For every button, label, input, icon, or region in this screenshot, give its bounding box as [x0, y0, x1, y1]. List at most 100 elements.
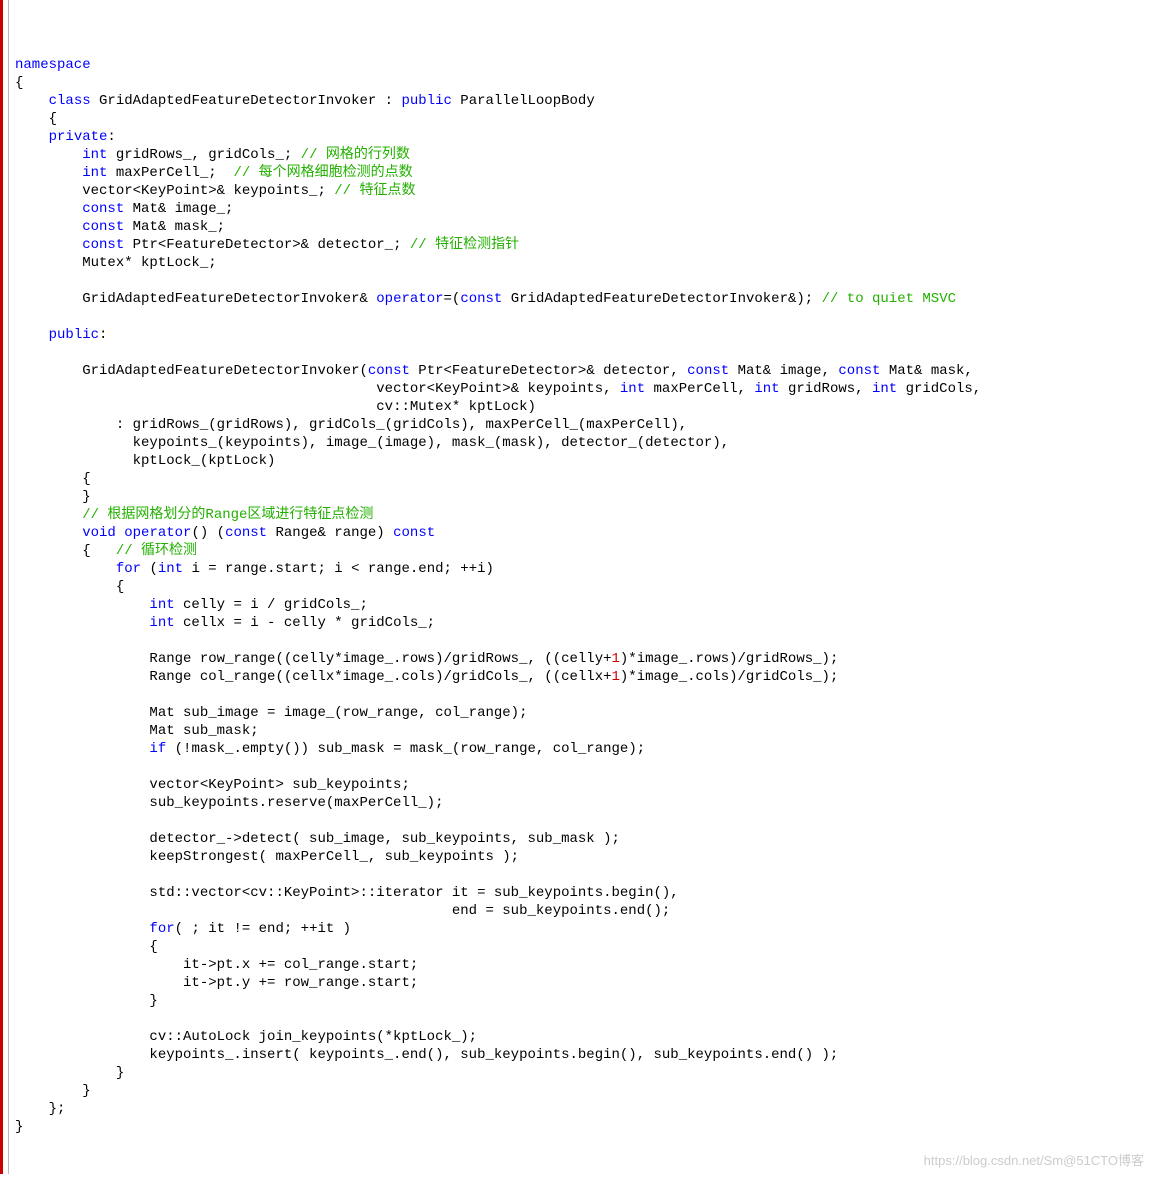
code-token: } — [116, 1065, 124, 1081]
code-line: Mat sub_mask; — [15, 722, 1150, 740]
code-token: keypoints_(keypoints), image_(image), ma… — [133, 435, 730, 451]
code-line — [15, 758, 1150, 776]
code-token: ( ; it != end; ++it ) — [175, 921, 351, 937]
code-line: kptLock_(kptLock) — [15, 452, 1150, 470]
code-token: cv::Mutex* kptLock) — [376, 399, 536, 415]
code-token: const — [687, 363, 737, 379]
code-token: class — [49, 93, 99, 109]
code-line: } — [15, 992, 1150, 1010]
code-line: end = sub_keypoints.end(); — [15, 902, 1150, 920]
code-token: const — [460, 291, 510, 307]
code-line: } — [15, 1082, 1150, 1100]
code-token: // 每个网格细胞检测的点数 — [233, 165, 412, 181]
code-line: const Ptr<FeatureDetector>& detector_; /… — [15, 236, 1150, 254]
code-line — [15, 632, 1150, 650]
code-token: end = sub_keypoints.end(); — [452, 903, 670, 919]
code-line: vector<KeyPoint>& keypoints, int maxPerC… — [15, 380, 1150, 398]
code-line: it->pt.y += row_range.start; — [15, 974, 1150, 992]
code-token: { — [149, 939, 157, 955]
code-token: const — [838, 363, 888, 379]
code-token: } — [82, 1083, 90, 1099]
code-token: private — [49, 129, 108, 145]
code-token: ParallelLoopBody — [460, 93, 594, 109]
code-line: GridAdaptedFeatureDetectorInvoker(const … — [15, 362, 1150, 380]
code-token: // 根据网格划分的Range区域进行特征点检测 — [82, 507, 373, 523]
code-token: void — [82, 525, 124, 541]
code-line: { — [15, 110, 1150, 128]
code-line — [15, 866, 1150, 884]
code-line: int cellx = i - celly * gridCols_; — [15, 614, 1150, 632]
code-token: cv::AutoLock join_keypoints(*kptLock_); — [149, 1029, 477, 1045]
code-token: int — [82, 147, 116, 163]
code-token: : — [99, 327, 107, 343]
code-token: it->pt.x += col_range.start; — [183, 957, 418, 973]
code-token: Ptr<FeatureDetector>& detector, — [418, 363, 687, 379]
code-token: public — [49, 327, 99, 343]
code-line: sub_keypoints.reserve(maxPerCell_); — [15, 794, 1150, 812]
code-token: int — [149, 597, 183, 613]
code-token: { — [116, 579, 124, 595]
code-token: } — [149, 993, 157, 1009]
code-token: const — [82, 219, 132, 235]
code-line — [15, 1010, 1150, 1028]
code-token: { — [49, 111, 57, 127]
code-line: it->pt.x += col_range.start; — [15, 956, 1150, 974]
code-token: const — [82, 237, 132, 253]
code-line: private: — [15, 128, 1150, 146]
code-line: { — [15, 578, 1150, 596]
code-token: 1 — [612, 669, 620, 685]
code-line: const Mat& mask_; — [15, 218, 1150, 236]
code-token: std::vector<cv::KeyPoint>::iterator it =… — [149, 885, 678, 901]
fold-guide — [8, 0, 9, 1174]
code-token: () ( — [191, 525, 225, 541]
code-token: ( — [149, 561, 157, 577]
code-line: vector<KeyPoint>& keypoints_; // 特征点数 — [15, 182, 1150, 200]
code-line: { — [15, 470, 1150, 488]
code-token: const — [393, 525, 435, 541]
code-token: )*image_.rows)/gridRows_); — [620, 651, 838, 667]
code-token: 1 — [612, 651, 620, 667]
code-line — [15, 272, 1150, 290]
code-token: operator — [376, 291, 443, 307]
code-token: int — [620, 381, 654, 397]
code-line: const Mat& image_; — [15, 200, 1150, 218]
code-line: keypoints_.insert( keypoints_.end(), sub… — [15, 1046, 1150, 1064]
code-token: if — [149, 741, 174, 757]
code-line: int maxPerCell_; // 每个网格细胞检测的点数 — [15, 164, 1150, 182]
code-token: Mat& image_; — [133, 201, 234, 217]
code-token: GridAdaptedFeatureDetectorInvoker& — [82, 291, 376, 307]
code-token: sub_keypoints.reserve(maxPerCell_); — [149, 795, 443, 811]
code-token: Range row_range((celly*image_.rows)/grid… — [149, 651, 611, 667]
code-token: }; — [49, 1101, 66, 1117]
code-token: cellx = i - celly * gridCols_; — [183, 615, 435, 631]
code-line: void operator() (const Range& range) con… — [15, 524, 1150, 542]
code-line — [15, 686, 1150, 704]
code-line: Range col_range((cellx*image_.cols)/grid… — [15, 668, 1150, 686]
code-line: detector_->detect( sub_image, sub_keypoi… — [15, 830, 1150, 848]
code-line: namespace — [15, 56, 1150, 74]
code-token: )*image_.cols)/gridCols_); — [620, 669, 838, 685]
code-token: =( — [444, 291, 461, 307]
code-line: public: — [15, 326, 1150, 344]
code-line: if (!mask_.empty()) sub_mask = mask_(row… — [15, 740, 1150, 758]
code-token: GridAdaptedFeatureDetectorInvoker : — [99, 93, 401, 109]
code-token: int — [82, 165, 116, 181]
code-token: { — [82, 471, 90, 487]
code-line: int celly = i / gridCols_; — [15, 596, 1150, 614]
code-line — [15, 812, 1150, 830]
code-token: int — [149, 615, 183, 631]
code-token: // to quiet MSVC — [822, 291, 956, 307]
code-token: Mat sub_image = image_(row_range, col_ra… — [149, 705, 527, 721]
code-line: keepStrongest( maxPerCell_, sub_keypoint… — [15, 848, 1150, 866]
code-line: for (int i = range.start; i < range.end;… — [15, 560, 1150, 578]
code-line: cv::Mutex* kptLock) — [15, 398, 1150, 416]
code-token: vector<KeyPoint>& keypoints_; — [82, 183, 334, 199]
code-token: namespace — [15, 57, 91, 73]
code-token: int — [754, 381, 788, 397]
code-line: : gridRows_(gridRows), gridCols_(gridCol… — [15, 416, 1150, 434]
code-line: vector<KeyPoint> sub_keypoints; — [15, 776, 1150, 794]
code-line: Mat sub_image = image_(row_range, col_ra… — [15, 704, 1150, 722]
code-token: i = range.start; i < range.end; ++i) — [191, 561, 493, 577]
code-token: } — [15, 1119, 23, 1135]
code-line: } — [15, 488, 1150, 506]
